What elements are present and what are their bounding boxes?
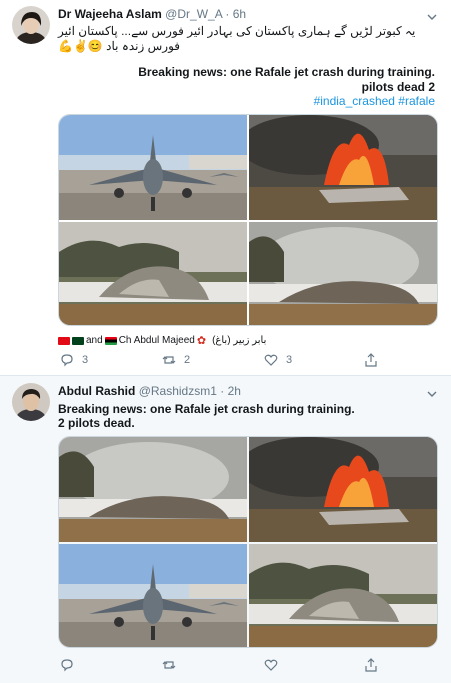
author-handle[interactable]: @Dr_W_A — [165, 7, 222, 21]
media-image-fire[interactable] — [249, 115, 437, 220]
tweet-subline: pilots dead 2 — [361, 80, 435, 94]
tweet-actions — [58, 658, 398, 674]
tweet-text-line-1: Breaking news: one Rafale jet crash duri… — [58, 402, 355, 416]
mention-name[interactable]: Ch Abdul Majeed — [119, 335, 195, 346]
media-image-wreckage-1[interactable] — [249, 544, 437, 647]
media-image-fire[interactable] — [249, 437, 437, 542]
retweet-count: 2 — [184, 354, 191, 366]
chevron-down-icon[interactable] — [427, 386, 437, 397]
tweet-text-line-2: 2 pilots dead. — [58, 416, 135, 430]
retweet-icon — [162, 661, 176, 669]
share-icon — [365, 353, 377, 367]
like-count: 3 — [286, 354, 293, 366]
avatar[interactable] — [12, 6, 50, 44]
retweet-button[interactable] — [162, 658, 176, 672]
tweet-urdu-text: یہ کبوتر لڑیں گے ہماری پاکستان کی بہادر … — [58, 24, 416, 53]
author-name[interactable]: Dr Wajeeha Aslam — [58, 7, 162, 21]
pakistan-flag-icon — [72, 336, 84, 345]
media-grid[interactable] — [58, 436, 438, 648]
share-button[interactable] — [364, 658, 378, 672]
reply-icon — [61, 659, 73, 672]
author-handle[interactable]: @Rashidzsm1 — [139, 384, 217, 398]
tweet-time[interactable]: · 6h — [225, 7, 246, 21]
media-grid[interactable] — [58, 114, 438, 326]
maple-leaf-icon: ✿ — [196, 335, 207, 347]
tweet-time[interactable]: · 2h — [220, 384, 241, 398]
tweet-actions: 3 2 3 — [58, 353, 398, 369]
reply-button[interactable]: 3 — [60, 353, 88, 367]
media-image-wreckage-2[interactable] — [249, 222, 437, 325]
mention-urdu-name[interactable]: بابر زبیر (باغ) — [212, 335, 266, 346]
tweet-hashtags[interactable]: #india_crashed #rafale — [58, 94, 435, 109]
retweet-button[interactable]: 2 — [162, 353, 190, 367]
media-image-wreckage-2[interactable] — [59, 437, 247, 542]
media-image-wreckage-1[interactable] — [59, 222, 247, 325]
retweet-icon — [162, 356, 176, 364]
reply-button[interactable] — [60, 658, 74, 672]
mention-and: and — [86, 335, 103, 346]
like-icon — [264, 354, 278, 366]
like-button[interactable] — [264, 658, 278, 672]
reply-icon — [61, 354, 73, 367]
like-icon — [264, 659, 278, 671]
chevron-down-icon[interactable] — [427, 9, 437, 20]
tweet-headline: Breaking news: one Rafale jet crash duri… — [138, 65, 435, 79]
turkey-flag-icon — [58, 336, 70, 345]
media-image-jet[interactable] — [59, 544, 247, 647]
avatar[interactable] — [12, 383, 50, 421]
reply-count: 3 — [82, 354, 89, 366]
mentions-row: and Ch Abdul Majeed ✿ بابر زبیر (باغ) — [58, 334, 266, 347]
like-button[interactable]: 3 — [264, 353, 292, 367]
media-image-jet[interactable] — [59, 115, 247, 220]
tweet-1[interactable]: Dr Wajeeha Aslam @Dr_W_A · 6h یہ کبوتر ل… — [0, 0, 451, 375]
tweet-2[interactable]: Abdul Rashid @Rashidzsm1 · 2h Breaking n… — [0, 376, 451, 683]
author-name[interactable]: Abdul Rashid — [58, 384, 135, 398]
share-icon — [365, 658, 377, 672]
share-button[interactable] — [364, 353, 378, 367]
libya-flag-icon — [104, 336, 117, 345]
